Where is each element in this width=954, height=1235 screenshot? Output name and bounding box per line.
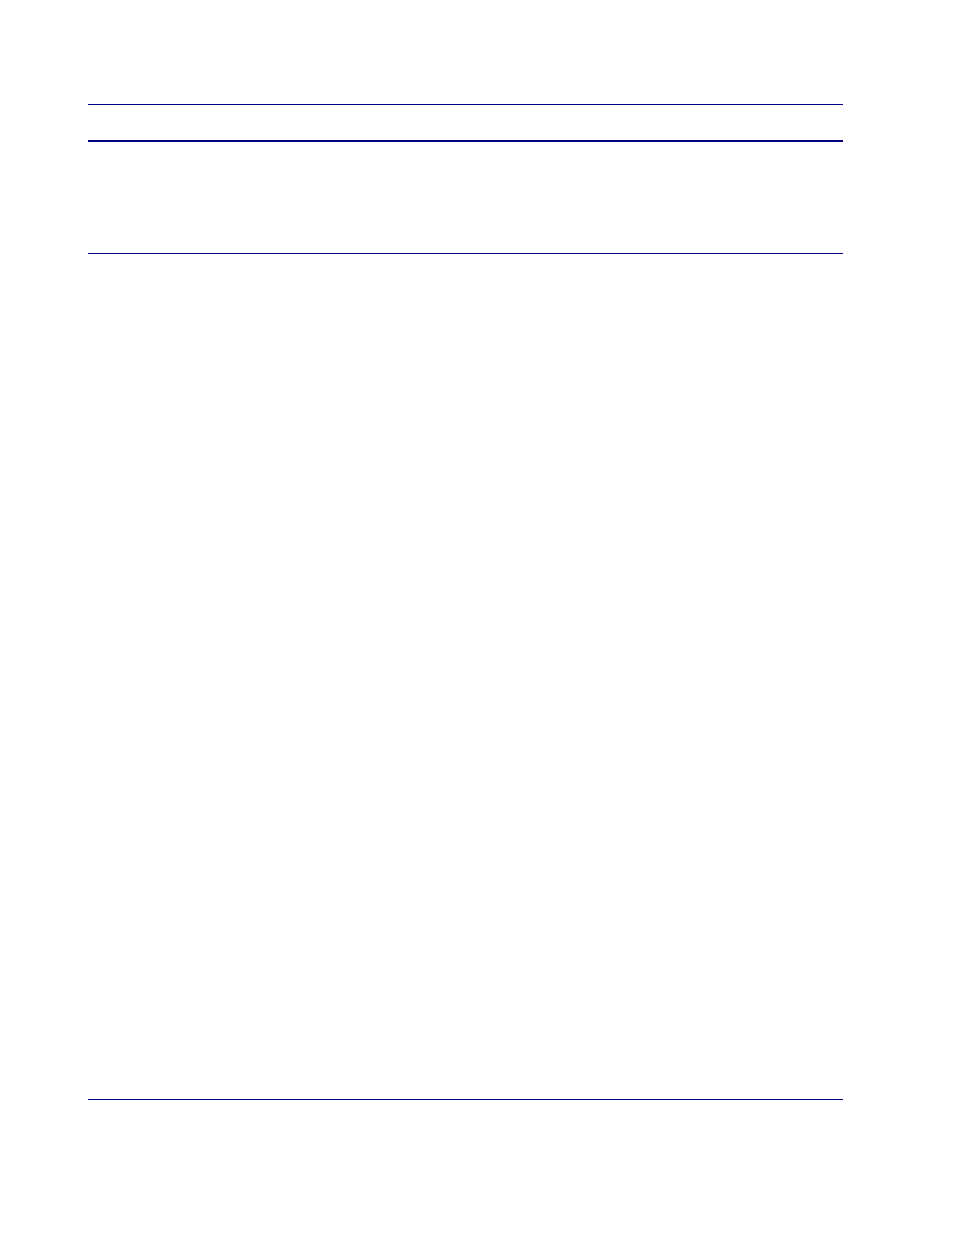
horizontal-rule bbox=[88, 104, 843, 105]
document-page bbox=[0, 0, 954, 1235]
horizontal-rule bbox=[88, 1099, 843, 1100]
horizontal-rule bbox=[88, 253, 843, 254]
horizontal-rule-thick bbox=[88, 140, 843, 142]
